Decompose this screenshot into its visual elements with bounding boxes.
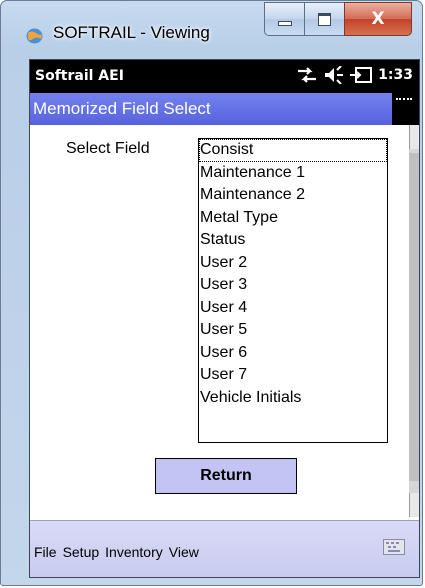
- window-title: SOFTRAIL - Viewing: [53, 23, 210, 42]
- list-item-metal-type[interactable]: Metal Type: [199, 207, 387, 230]
- list-item-user-2[interactable]: User 2: [199, 252, 387, 275]
- keyboard-icon[interactable]: [383, 539, 405, 555]
- close-icon: X: [371, 9, 385, 29]
- title-bar[interactable]: SOFTRAIL - Viewing X: [1, 1, 422, 47]
- app-window: SOFTRAIL - Viewing X Softrail AEI 1:33 M…: [0, 0, 423, 586]
- maximize-icon: [318, 12, 331, 26]
- field-listbox[interactable]: Consist Maintenance 1 Maintenance 2 Meta…: [198, 138, 388, 443]
- screen-header: Memorized Field Select: [30, 93, 419, 125]
- app-globe-icon: [26, 28, 43, 44]
- list-item-maintenance-2[interactable]: Maintenance 2: [199, 184, 387, 207]
- dots-icon: [396, 98, 412, 103]
- menu-setup[interactable]: Setup: [63, 544, 100, 560]
- status-app-name: Softrail AEI: [35, 68, 124, 84]
- menu-inventory[interactable]: Inventory: [105, 544, 163, 560]
- vertical-scrollbar[interactable]: [409, 125, 419, 517]
- list-item-user-6[interactable]: User 6: [199, 342, 387, 365]
- status-bar: Softrail AEI 1:33: [30, 60, 419, 93]
- scroll-up-arrow-icon[interactable]: [409, 125, 419, 149]
- list-item-maintenance-1[interactable]: Maintenance 1: [199, 162, 387, 185]
- menu-view[interactable]: View: [169, 544, 199, 560]
- maximize-button[interactable]: [304, 2, 344, 36]
- select-field-label: Select Field: [66, 140, 150, 157]
- minimize-button[interactable]: [264, 2, 304, 36]
- list-item-status[interactable]: Status: [199, 229, 387, 252]
- connectivity-arrows-icon[interactable]: [296, 66, 318, 84]
- page-title: Memorized Field Select: [33, 99, 211, 118]
- form-area: Select Field Consist Maintenance 1 Maint…: [30, 125, 419, 525]
- bottom-menubar: File Setup Inventory View: [30, 520, 419, 577]
- device-screen: Softrail AEI 1:33 Memorized Field Select: [29, 59, 420, 578]
- minimize-icon: [277, 20, 292, 26]
- list-item-user-7[interactable]: User 7: [199, 364, 387, 387]
- return-button[interactable]: Return: [155, 458, 297, 494]
- list-item-user-5[interactable]: User 5: [199, 319, 387, 342]
- close-button[interactable]: X: [344, 2, 412, 36]
- menu-file[interactable]: File: [34, 544, 57, 560]
- header-corner-control[interactable]: [392, 93, 419, 125]
- scroll-thumb[interactable]: [409, 153, 419, 481]
- list-item-consist[interactable]: Consist: [199, 139, 387, 162]
- scroll-down-arrow-icon[interactable]: [409, 493, 419, 517]
- list-item-user-3[interactable]: User 3: [199, 274, 387, 297]
- list-item-vehicle-initials[interactable]: Vehicle Initials: [199, 387, 387, 410]
- status-time: 1:33: [378, 67, 413, 83]
- speaker-icon[interactable]: [324, 66, 344, 84]
- battery-plug-icon[interactable]: [350, 66, 373, 84]
- list-item-user-4[interactable]: User 4: [199, 297, 387, 320]
